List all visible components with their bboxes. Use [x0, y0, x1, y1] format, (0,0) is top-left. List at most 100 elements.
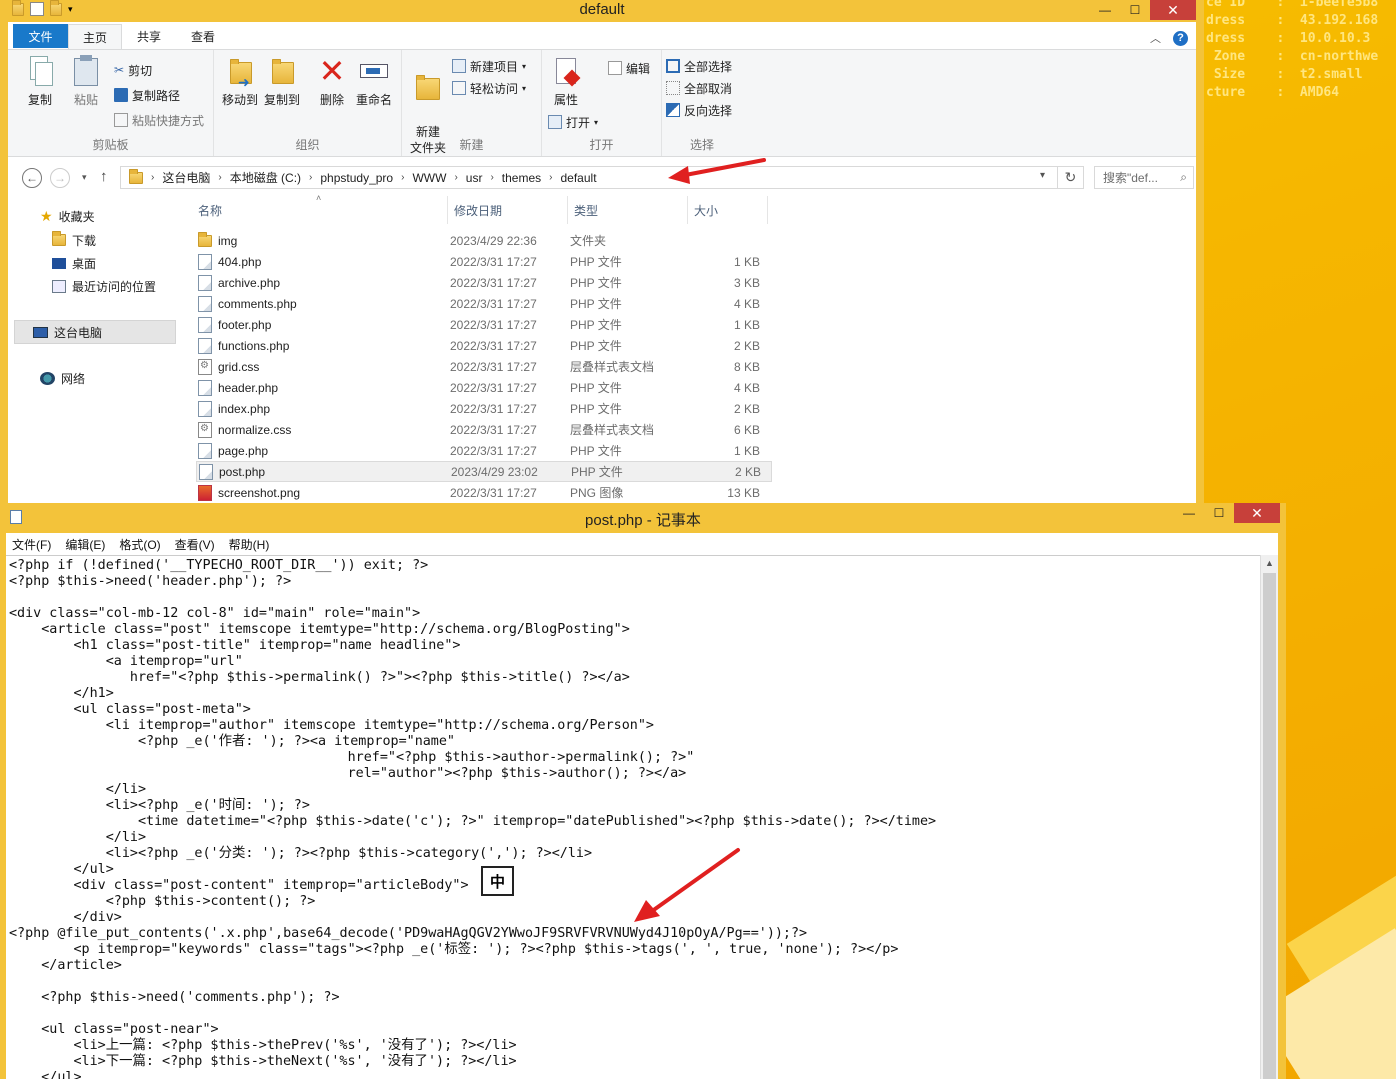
search-placeholder: 搜索"def... — [1103, 171, 1158, 185]
paste-button[interactable]: 粘贴 — [66, 54, 106, 108]
maximize-button[interactable]: ☐ — [1120, 0, 1150, 20]
file-row[interactable]: header.php 2022/3/31 17:27 PHP 文件 4 KB — [196, 377, 772, 398]
column-header-date[interactable]: 修改日期 — [448, 196, 568, 224]
tab-view[interactable]: 查看 — [176, 22, 230, 50]
cut-button[interactable]: ✂ 剪切 — [114, 60, 152, 80]
nav-this-pc[interactable]: 这台电脑 — [14, 320, 176, 344]
chevron-right-icon[interactable]: › — [309, 172, 312, 183]
file-row[interactable]: archive.php 2022/3/31 17:27 PHP 文件 3 KB — [196, 272, 772, 293]
select-none-button[interactable]: 全部取消 — [666, 78, 732, 98]
forward-button[interactable]: → — [50, 168, 70, 188]
file-row[interactable]: grid.css 2022/3/31 17:27 层叠样式表文档 8 KB — [196, 356, 772, 377]
properties-button[interactable]: 属性 — [546, 54, 586, 108]
collapse-ribbon-icon[interactable]: ︿ — [1150, 30, 1161, 46]
notepad-text-area[interactable]: <?php if (!defined('__TYPECHO_ROOT_DIR__… — [6, 555, 1260, 1079]
menu-format[interactable]: 格式(O) — [119, 536, 160, 553]
column-header-size[interactable]: 大小 — [688, 196, 768, 224]
nav-desktop[interactable]: 桌面 — [52, 253, 96, 273]
open-button[interactable]: 打开 ▾ — [548, 112, 598, 132]
breadcrumb-themes[interactable]: themes — [502, 171, 541, 185]
nav-network[interactable]: 网络 — [40, 368, 85, 388]
file-size: 4 KB — [733, 380, 760, 395]
file-row[interactable]: page.php 2022/3/31 17:27 PHP 文件 1 KB — [196, 440, 772, 461]
column-header-type[interactable]: 类型 — [568, 196, 688, 224]
chevron-right-icon[interactable]: › — [549, 172, 552, 183]
back-button[interactable]: ← — [22, 168, 42, 188]
file-row[interactable]: normalize.css 2022/3/31 17:27 层叠样式表文档 6 KB — [196, 419, 772, 440]
file-date: 2022/3/31 17:27 — [450, 359, 537, 374]
easy-access-button[interactable]: 轻松访问 ▾ — [452, 78, 526, 98]
close-button[interactable]: ✕ — [1234, 503, 1280, 523]
chevron-right-icon[interactable]: › — [401, 172, 404, 183]
recent-locations-icon[interactable]: ▾ — [82, 172, 87, 183]
vertical-scrollbar[interactable]: ▲ — [1260, 555, 1278, 1079]
file-type: PHP 文件 — [570, 255, 622, 269]
paste-shortcut-button[interactable]: 粘贴快捷方式 — [114, 110, 204, 130]
copy-path-button[interactable]: 复制路径 — [114, 85, 180, 105]
nav-favorites[interactable]: ★ 收藏夹 — [40, 206, 95, 226]
invert-selection-button[interactable]: 反向选择 — [666, 100, 732, 120]
address-bar[interactable]: › 这台电脑 › 本地磁盘 (C:) › phpstudy_pro › WWW … — [120, 166, 1058, 189]
file-row[interactable]: index.php 2022/3/31 17:27 PHP 文件 2 KB — [196, 398, 772, 419]
up-arrow-icon[interactable]: ↑ — [100, 168, 108, 185]
select-all-button[interactable]: 全部选择 — [666, 56, 732, 76]
minimize-button[interactable]: — — [1174, 503, 1204, 523]
breadcrumb-www[interactable]: WWW — [412, 171, 446, 185]
breadcrumb-default[interactable]: default — [561, 171, 597, 185]
scrollbar-thumb[interactable] — [1263, 573, 1276, 1079]
file-name: footer.php — [218, 317, 272, 332]
file-row[interactable]: screenshot.png 2022/3/31 17:27 PNG 图像 13 KB — [196, 482, 772, 503]
menu-edit[interactable]: 编辑(E) — [65, 536, 105, 553]
refresh-button[interactable]: ↻ — [1058, 166, 1084, 189]
edit-button[interactable]: 编辑 — [608, 58, 650, 78]
nav-recent[interactable]: 最近访问的位置 — [52, 276, 156, 296]
chevron-right-icon[interactable]: › — [151, 172, 154, 183]
chevron-right-icon[interactable]: › — [454, 172, 457, 183]
chevron-right-icon[interactable]: › — [490, 172, 493, 183]
file-row[interactable]: comments.php 2022/3/31 17:27 PHP 文件 4 KB — [196, 293, 772, 314]
scroll-up-arrow-icon[interactable]: ▲ — [1261, 555, 1278, 571]
copy-to-button[interactable]: 复制到 — [262, 54, 302, 108]
file-row[interactable]: img 2023/4/29 22:36 文件夹 — [196, 230, 772, 251]
breadcrumb-phpstudy[interactable]: phpstudy_pro — [320, 171, 393, 185]
breadcrumb-usr[interactable]: usr — [466, 171, 483, 185]
notepad-title-bar[interactable]: post.php - 记事本 — ☐ ✕ — [0, 503, 1286, 531]
tab-share[interactable]: 共享 — [122, 22, 176, 50]
tab-file[interactable]: 文件 — [13, 24, 68, 48]
code-line: <li><?php _e('时间: '); ?> — [9, 798, 310, 813]
help-icon[interactable]: ? — [1173, 30, 1188, 46]
delete-button[interactable]: ✕ 删除 — [312, 54, 352, 108]
file-date: 2022/3/31 17:27 — [450, 380, 537, 395]
file-size: 1 KB — [733, 443, 760, 458]
select-none-icon — [666, 81, 680, 95]
file-row[interactable]: functions.php 2022/3/31 17:27 PHP 文件 2 KB — [196, 335, 772, 356]
rename-button[interactable]: 重命名 — [354, 54, 394, 108]
file-name: comments.php — [218, 296, 297, 311]
close-button[interactable]: ✕ — [1150, 0, 1196, 20]
ime-indicator[interactable]: 中 — [481, 866, 514, 896]
column-header-name[interactable]: 名称 ˄ — [192, 193, 448, 224]
network-icon — [40, 371, 55, 385]
file-row[interactable]: 404.php 2022/3/31 17:27 PHP 文件 1 KB — [196, 251, 772, 272]
menu-file[interactable]: 文件(F) — [12, 536, 51, 553]
code-line: <ul class="post-meta"> — [9, 702, 251, 717]
address-history-dropdown[interactable]: ▾ — [1040, 170, 1045, 181]
menu-help[interactable]: 帮助(H) — [229, 536, 270, 553]
file-name-cell: screenshot.png — [196, 484, 450, 501]
minimize-button[interactable]: — — [1090, 0, 1120, 20]
chevron-right-icon[interactable]: › — [218, 172, 221, 183]
explorer-title-bar[interactable]: ▾ default — ☐ ✕ — [8, 0, 1196, 22]
tab-home[interactable]: 主页 — [68, 24, 123, 50]
search-input[interactable]: 搜索"def... ⌕ — [1094, 166, 1194, 189]
new-item-button[interactable]: 新建项目 ▾ — [452, 56, 526, 76]
breadcrumb-this-pc[interactable]: 这台电脑 — [162, 169, 210, 186]
breadcrumb-local-disk[interactable]: 本地磁盘 (C:) — [230, 169, 301, 186]
maximize-button[interactable]: ☐ — [1204, 503, 1234, 523]
move-to-button[interactable]: ➜ 移动到 — [220, 54, 260, 108]
menu-view[interactable]: 查看(V) — [175, 536, 215, 553]
file-size: 1 KB — [733, 317, 760, 332]
copy-button[interactable]: 复制 — [20, 54, 60, 108]
nav-downloads[interactable]: 下载 — [52, 230, 96, 250]
file-row[interactable]: post.php 2023/4/29 23:02 PHP 文件 2 KB — [196, 461, 772, 482]
file-row[interactable]: footer.php 2022/3/31 17:27 PHP 文件 1 KB — [196, 314, 772, 335]
